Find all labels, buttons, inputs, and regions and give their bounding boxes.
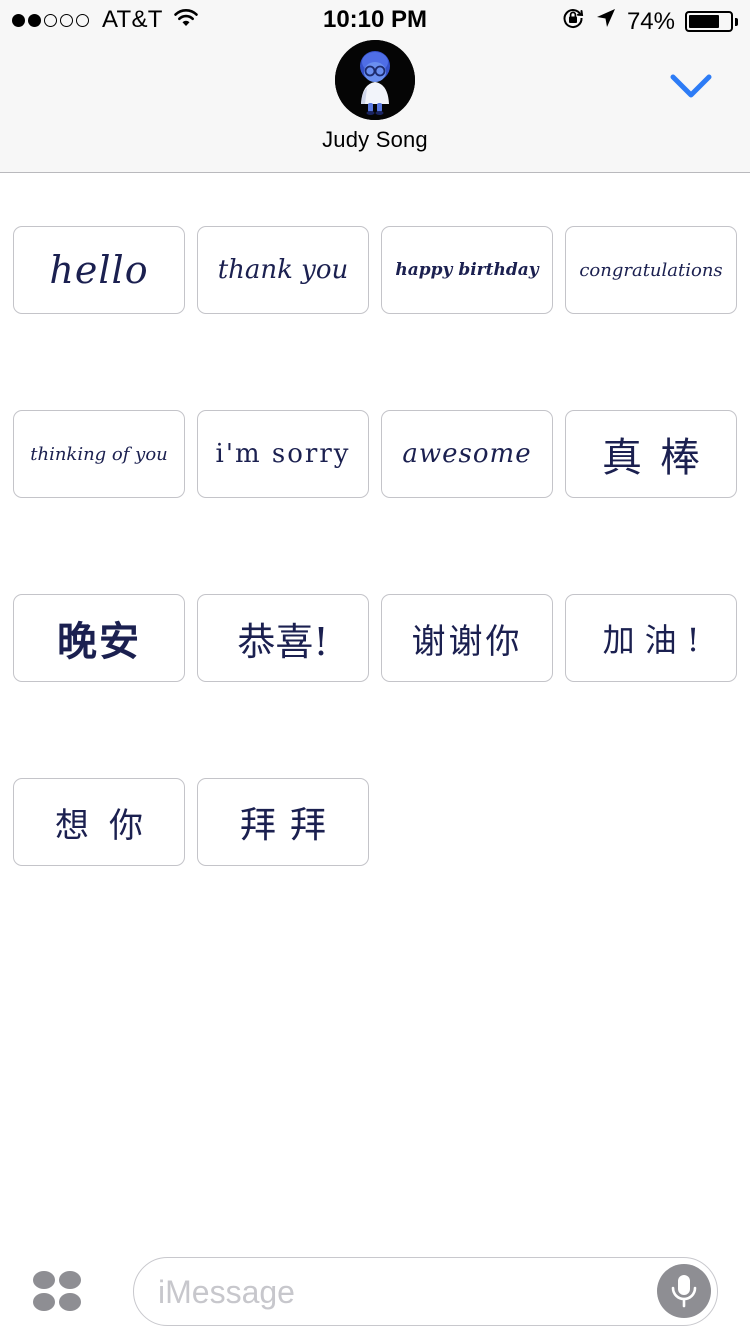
battery-cap [735, 17, 738, 26]
sticker-label: 恭喜! [237, 619, 329, 664]
sticker-label: 想你 [55, 805, 163, 846]
sticker-thank-you[interactable]: thank you [197, 226, 369, 314]
battery-percent: 74% [626, 7, 675, 35]
status-bar: AT&T 10:10 PM 74% [0, 0, 750, 40]
rotation-lock-icon [561, 6, 585, 37]
collapse-drawer-button[interactable] [668, 70, 714, 104]
conversation-header: AT&T 10:10 PM 74% Judy Song [0, 0, 750, 173]
battery-fill [689, 15, 719, 28]
sticker-label: awesome [402, 439, 532, 469]
sticker-label: thinking of you [30, 443, 168, 465]
microphone-icon [671, 1275, 697, 1308]
sticker-jia-you[interactable]: 加油! [565, 594, 737, 682]
app-drawer-icon [33, 1271, 81, 1311]
sticker-congratulations[interactable]: congratulations [565, 226, 737, 314]
sticker-label: happy birthday [395, 260, 539, 280]
message-input-container[interactable] [133, 1257, 718, 1326]
sticker-zhen-bang[interactable]: 真棒 [565, 410, 737, 498]
sticker-label: i'm sorry [215, 439, 351, 469]
sticker-thinking-of-you[interactable]: thinking of you [13, 410, 185, 498]
sticker-im-sorry[interactable]: i'm sorry [197, 410, 369, 498]
sticker-label: 加油! [602, 621, 710, 659]
sticker-label: hello [49, 248, 149, 292]
sticker-xiang-ni[interactable]: 想你 [13, 778, 185, 866]
sticker-label: 拜拜 [239, 805, 340, 846]
sticker-wan-an[interactable]: 晚安 [13, 594, 185, 682]
chevron-down-icon [670, 74, 712, 98]
app-drawer-button[interactable] [32, 1270, 82, 1312]
sticker-awesome[interactable]: awesome [381, 410, 553, 498]
sticker-bai-bai[interactable]: 拜拜 [197, 778, 369, 866]
sticker-label: congratulations [579, 259, 723, 281]
dictation-button[interactable] [657, 1264, 711, 1318]
sticker-label: 真棒 [602, 435, 718, 481]
sadness-character-avatar [335, 40, 415, 120]
battery-icon [685, 11, 733, 32]
sticker-xie-xie-ni[interactable]: 谢谢你 [381, 594, 553, 682]
sticker-gong-xi[interactable]: 恭喜! [197, 594, 369, 682]
status-right: 74% [551, 6, 738, 37]
sticker-hello[interactable]: hello [13, 226, 185, 314]
sticker-happy-birthday[interactable]: happy birthday [381, 226, 553, 314]
sticker-label: thank you [217, 255, 349, 285]
location-arrow-icon [595, 7, 617, 36]
sticker-label: 谢谢你 [411, 621, 523, 662]
contact-name[interactable]: Judy Song [0, 127, 750, 153]
sticker-label: 晚安 [57, 618, 141, 665]
message-input[interactable] [158, 1272, 658, 1312]
contact-avatar[interactable] [335, 40, 415, 120]
